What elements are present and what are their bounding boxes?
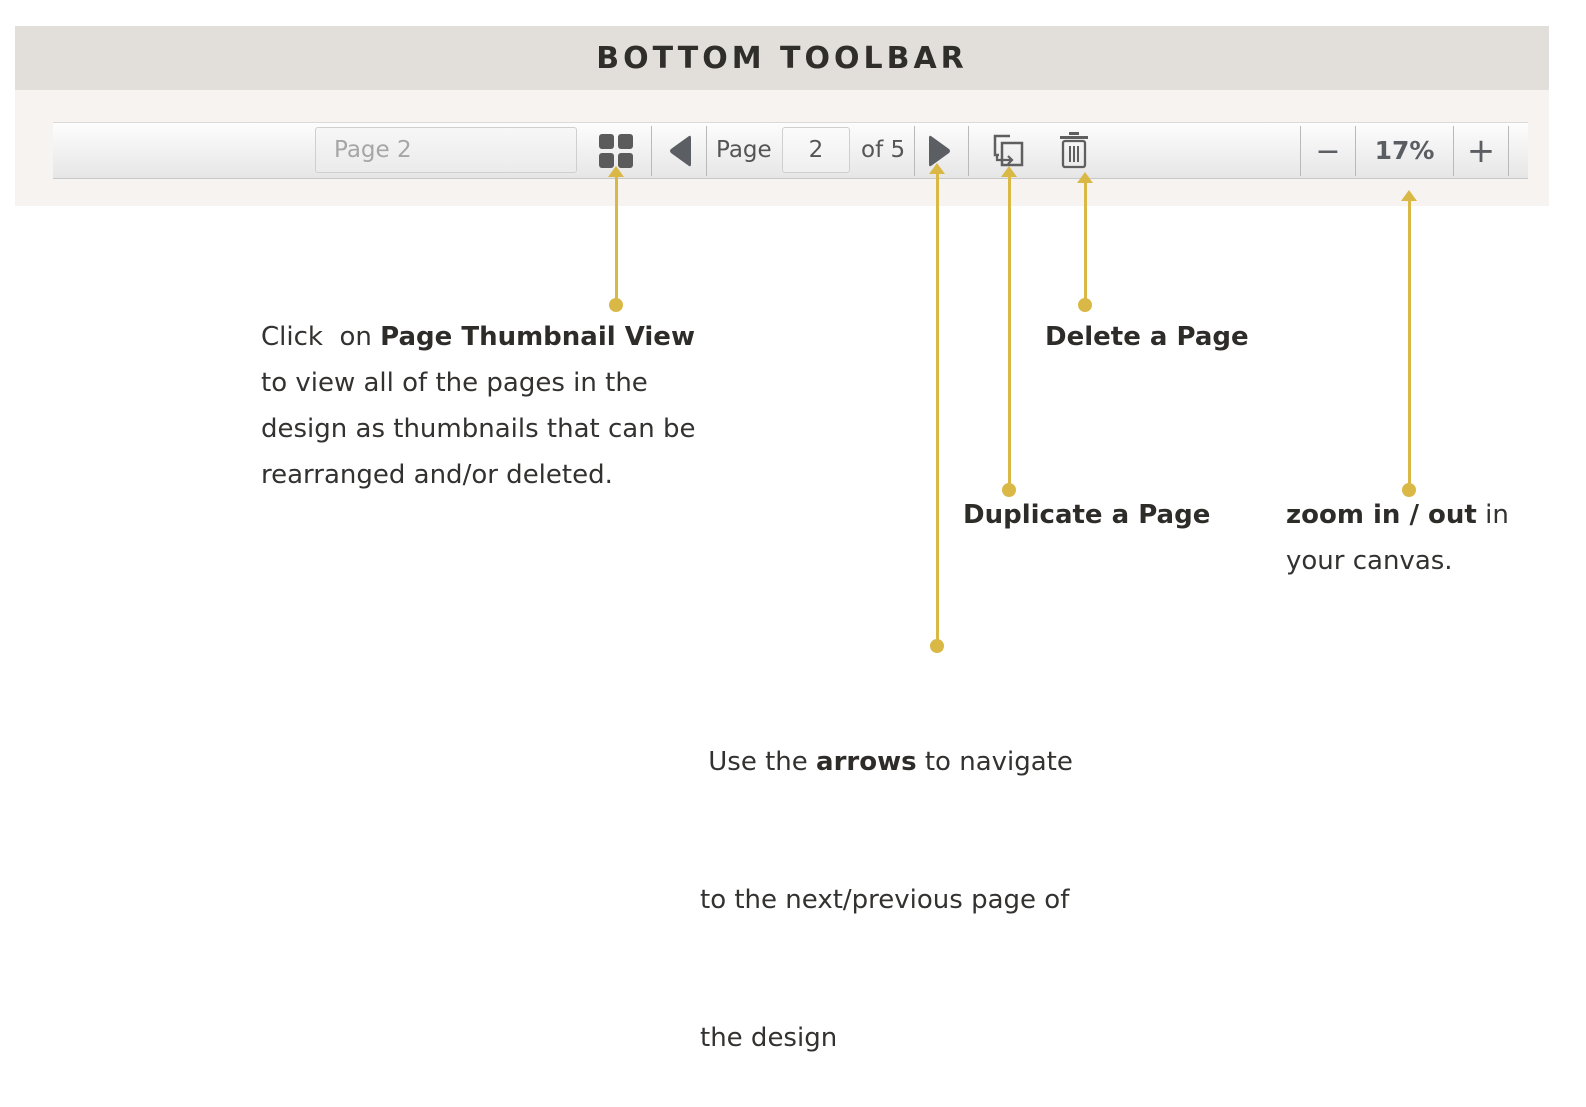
page-label: Page <box>716 137 772 163</box>
toolbar-divider <box>914 126 915 176</box>
previous-page-button[interactable] <box>660 130 700 172</box>
callout-line <box>1008 176 1011 489</box>
page-title: BOTTOM TOOLBAR <box>596 40 968 76</box>
toolbar-divider <box>706 126 707 176</box>
description-line: to the next/previous page of <box>700 885 1070 915</box>
description-line: to view all of the pages in the <box>261 368 648 398</box>
description-text: to navigate <box>916 747 1073 777</box>
toolbar-divider <box>1300 126 1301 176</box>
trash-icon <box>1060 132 1088 169</box>
description-text: Click on <box>261 322 381 352</box>
description-line: Click on Page Thumbnail View <box>261 314 741 360</box>
delete-page-button[interactable] <box>1052 128 1096 172</box>
toolbar-divider <box>1355 126 1356 176</box>
description-text: in <box>1476 500 1509 530</box>
arrows-description: Use the arrows to navigate to the next/p… <box>700 647 1120 1107</box>
zoom-level: 17% <box>1374 136 1435 165</box>
callout-dot <box>1078 298 1092 312</box>
callout-line <box>936 173 939 645</box>
toolbar-divider <box>651 126 652 176</box>
current-page-input[interactable]: 2 <box>782 127 850 173</box>
delete-description: Delete a Page <box>1045 314 1249 360</box>
page-count-label: of 5 <box>861 137 906 163</box>
callout-line <box>1084 182 1087 304</box>
header-band: BOTTOM TOOLBAR <box>15 26 1549 90</box>
zoom-out-button[interactable]: − <box>1303 128 1353 174</box>
callout-line <box>1408 200 1411 489</box>
description-emphasis: Delete a Page <box>1045 322 1249 352</box>
callout-dot <box>609 298 623 312</box>
description-emphasis: Page Thumbnail View <box>380 322 695 352</box>
triangle-left-icon <box>670 135 691 167</box>
duplicate-description: Duplicate a Page <box>963 492 1210 538</box>
description-line: rearranged and/or deleted. <box>261 460 613 490</box>
grid-icon <box>599 134 633 168</box>
toolbar-divider <box>1453 126 1454 176</box>
description-line: design as thumbnails that can be <box>261 414 696 444</box>
description-emphasis: arrows <box>816 747 917 777</box>
description-text: Use the <box>700 747 817 777</box>
description-emphasis: zoom in / out <box>1286 500 1477 530</box>
description-emphasis: Duplicate a Page <box>963 500 1211 530</box>
thumbnail-description: Click on Page Thumbnail View to view all… <box>261 314 741 498</box>
zoom-in-button[interactable]: + <box>1456 128 1506 174</box>
description-line: your canvas. <box>1286 546 1453 576</box>
duplicate-page-icon <box>993 134 1024 167</box>
description-line: zoom in / out in <box>1286 492 1586 538</box>
zoom-description: zoom in / out in your canvas. <box>1286 492 1586 584</box>
toolbar-divider <box>968 126 969 176</box>
callout-line <box>615 176 618 304</box>
description-line: the design <box>700 1023 838 1053</box>
toolbar-divider <box>1508 126 1509 176</box>
description-line: Use the arrows to navigate <box>700 739 1120 785</box>
page-name-input[interactable]: Page 2 <box>315 127 577 173</box>
